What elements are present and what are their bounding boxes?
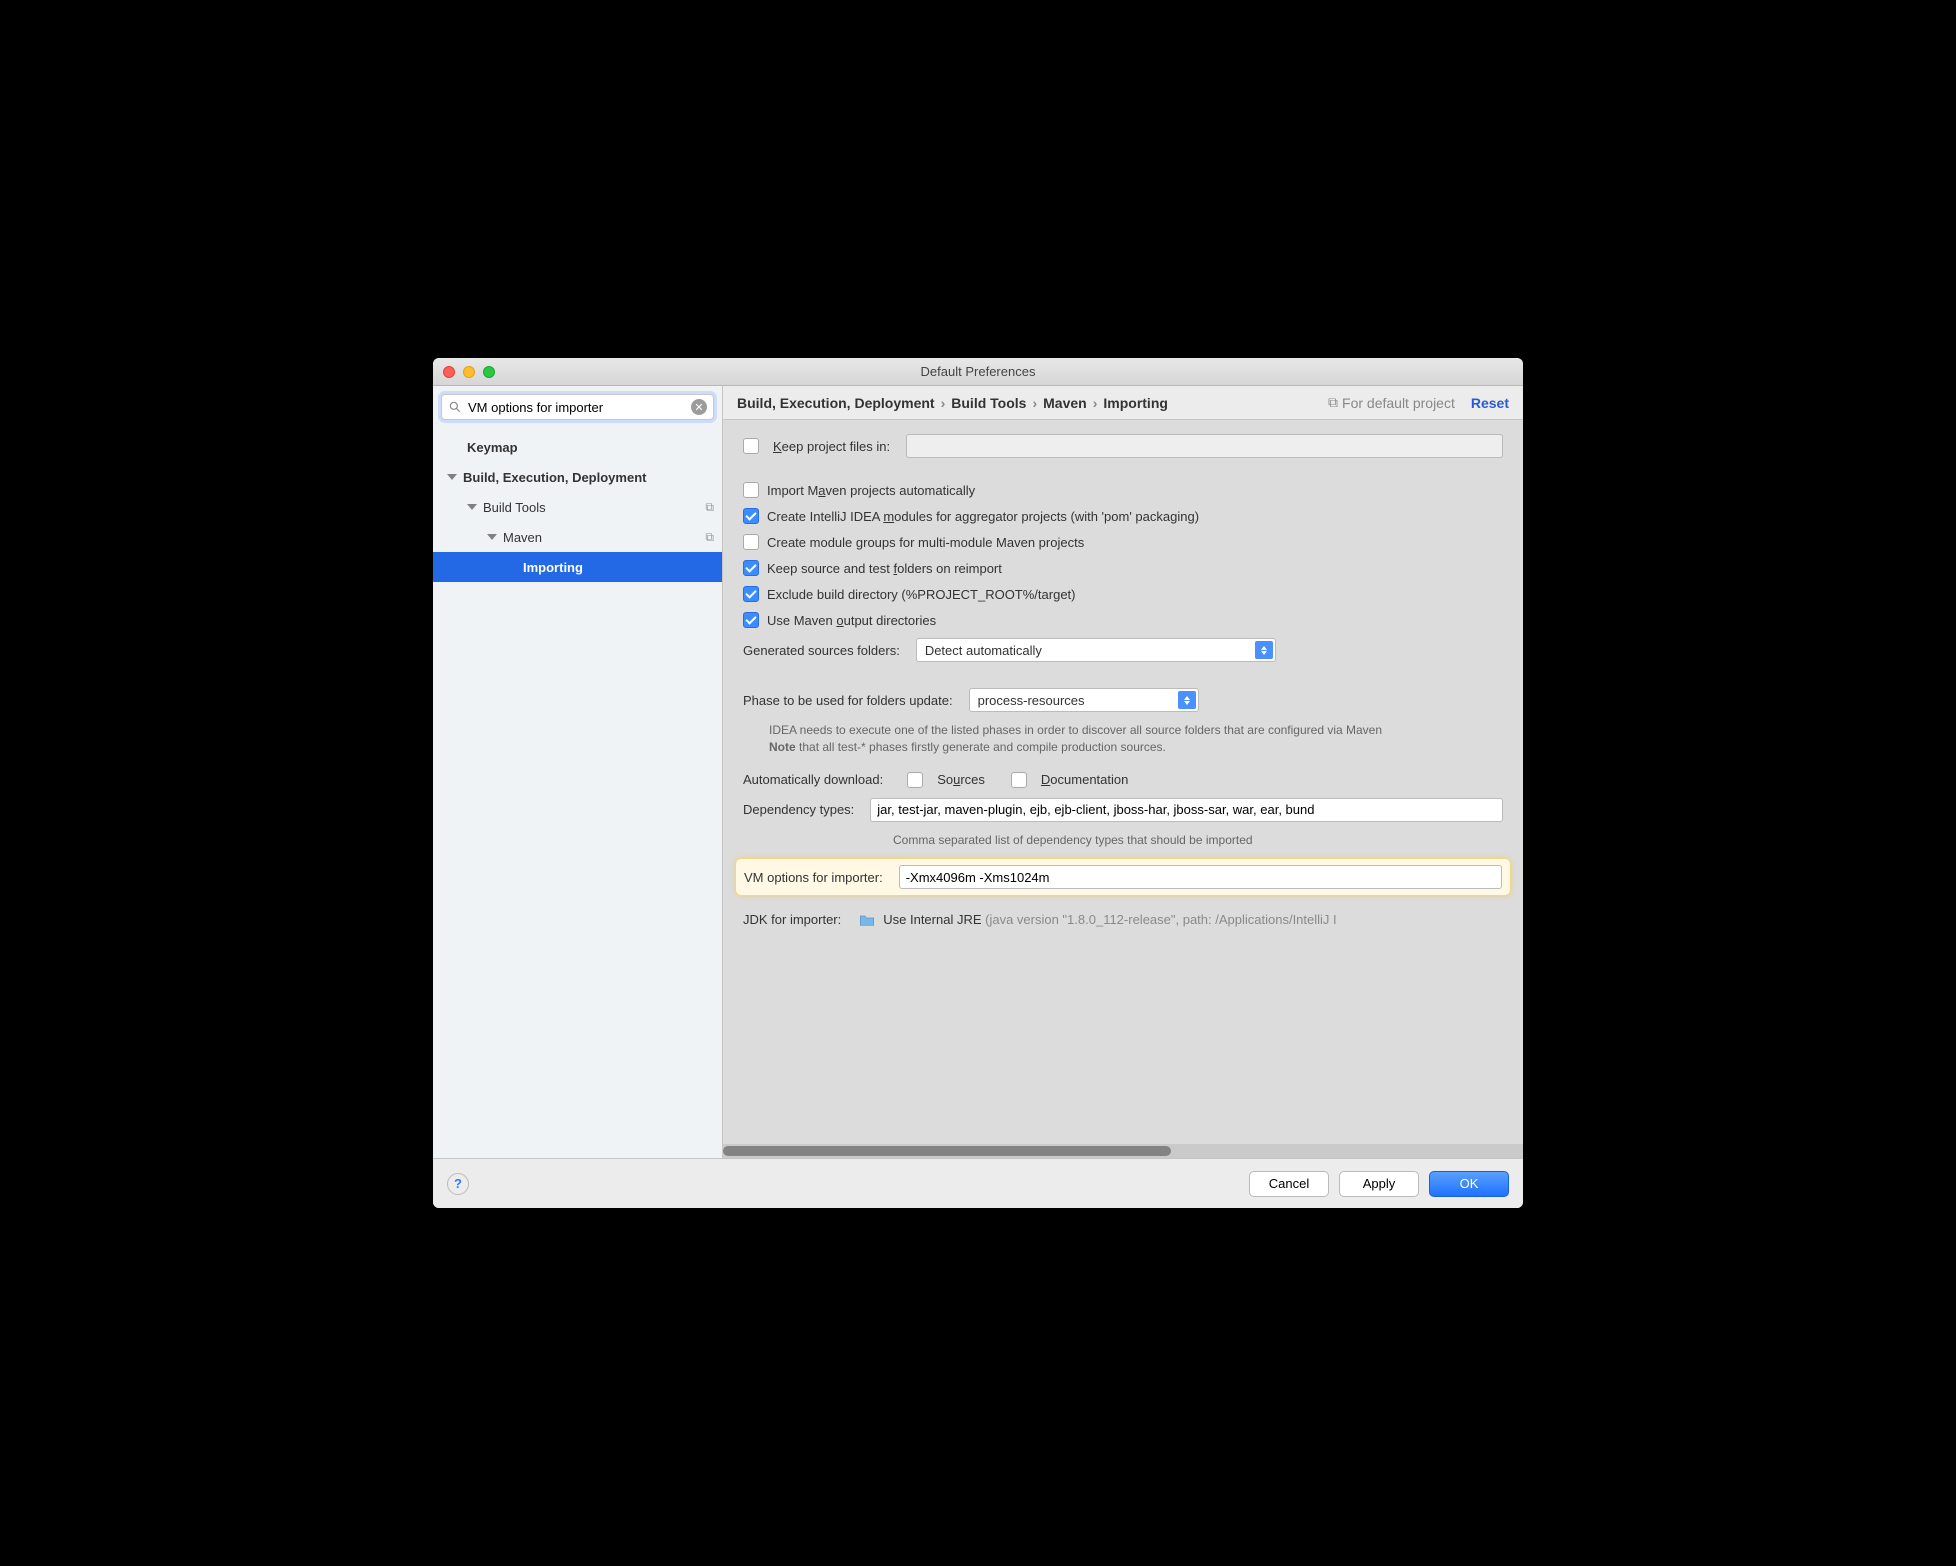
vm-options-row: VM options for importer: (735, 858, 1511, 896)
sidebar-item-build-tools[interactable]: Build Tools ⧉ (433, 492, 722, 522)
sidebar: ✕ Keymap Build, Execution, Deployment Bu… (433, 386, 723, 1158)
crumb-maven[interactable]: Maven (1043, 395, 1087, 411)
sidebar-item-label: Build, Execution, Deployment (463, 470, 646, 485)
copy-icon: ⧉ (1328, 394, 1338, 411)
sidebar-item-label: Importing (523, 560, 583, 575)
auto-download-row: Automatically download: Sources Document… (743, 772, 1503, 788)
ok-button[interactable]: OK (1429, 1171, 1509, 1197)
preferences-window: Default Preferences ✕ Keymap Build, E (433, 358, 1523, 1208)
clear-search-icon[interactable]: ✕ (691, 399, 707, 415)
generated-sources-row: Generated sources folders: Detect automa… (743, 638, 1503, 662)
sidebar-item-keymap[interactable]: Keymap (433, 432, 722, 462)
module-groups-checkbox[interactable] (743, 534, 759, 550)
chevron-down-icon (467, 504, 477, 510)
phase-row: Phase to be used for folders update: pro… (743, 688, 1503, 712)
window-title: Default Preferences (433, 364, 1523, 379)
main-panel: Build, Execution, Deployment › Build Too… (723, 386, 1523, 1158)
aggregator-label: Create IntelliJ IDEA modules for aggrega… (767, 509, 1199, 524)
generated-sources-label: Generated sources folders: (743, 643, 900, 658)
chevron-right-icon: › (1093, 395, 1098, 411)
import-auto-checkbox[interactable] (743, 482, 759, 498)
dependency-types-label: Dependency types: (743, 802, 854, 817)
exclude-build-label: Exclude build directory (%PROJECT_ROOT%/… (767, 587, 1075, 602)
phase-hint: IDEA needs to execute one of the listed … (769, 722, 1503, 756)
aggregator-row: Create IntelliJ IDEA modules for aggrega… (743, 508, 1503, 524)
horizontal-scrollbar[interactable] (723, 1144, 1523, 1158)
copy-icon[interactable]: ⧉ (705, 500, 714, 515)
output-dirs-checkbox[interactable] (743, 612, 759, 628)
auto-download-label: Automatically download: (743, 772, 883, 787)
module-groups-row: Create module groups for multi-module Ma… (743, 534, 1503, 550)
import-auto-label: Import Maven projects automatically (767, 483, 975, 498)
keep-folders-checkbox[interactable] (743, 560, 759, 576)
dependency-types-hint: Comma separated list of dependency types… (893, 832, 1503, 849)
exclude-build-row: Exclude build directory (%PROJECT_ROOT%/… (743, 586, 1503, 602)
breadcrumb: Build, Execution, Deployment › Build Too… (723, 386, 1523, 420)
chevron-right-icon: › (1032, 395, 1037, 411)
search-input-wrap: ✕ (441, 394, 714, 420)
dependency-types-input[interactable] (870, 798, 1503, 822)
keep-folders-row: Keep source and test folders on reimport (743, 560, 1503, 576)
output-dirs-row: Use Maven output directories (743, 612, 1503, 628)
sources-checkbox[interactable] (907, 772, 923, 788)
apply-button[interactable]: Apply (1339, 1171, 1419, 1197)
crumb-importing: Importing (1103, 395, 1168, 411)
sidebar-item-label: Build Tools (483, 500, 546, 515)
sources-label: Sources (937, 772, 985, 787)
vm-options-label: VM options for importer: (744, 870, 883, 885)
dependency-types-row: Dependency types: (743, 798, 1503, 822)
module-groups-label: Create module groups for multi-module Ma… (767, 535, 1084, 550)
keep-project-files-input[interactable] (906, 434, 1503, 458)
folder-icon (859, 913, 875, 927)
close-icon[interactable] (443, 366, 455, 378)
sidebar-item-build-execution-deployment[interactable]: Build, Execution, Deployment (433, 462, 722, 492)
search-icon (448, 400, 462, 414)
phase-label: Phase to be used for folders update: (743, 693, 953, 708)
exclude-build-checkbox[interactable] (743, 586, 759, 602)
sidebar-item-importing[interactable]: Importing (433, 552, 722, 582)
maximize-icon[interactable] (483, 366, 495, 378)
crumb-build[interactable]: Build, Execution, Deployment (737, 395, 935, 411)
copy-icon[interactable]: ⧉ (705, 530, 714, 545)
minimize-icon[interactable] (463, 366, 475, 378)
traffic-lights (443, 366, 495, 378)
keep-project-files-row: Keep project files in: (743, 434, 1503, 458)
cancel-button[interactable]: Cancel (1249, 1171, 1329, 1197)
jdk-value[interactable]: Use Internal JRE (java version "1.8.0_11… (883, 912, 1336, 927)
sidebar-item-maven[interactable]: Maven ⧉ (433, 522, 722, 552)
chevron-up-down-icon (1178, 691, 1196, 709)
jdk-label: JDK for importer: (743, 912, 841, 927)
search-input[interactable] (462, 400, 691, 415)
chevron-down-icon (487, 534, 497, 540)
output-dirs-label: Use Maven output directories (767, 613, 936, 628)
aggregator-checkbox[interactable] (743, 508, 759, 524)
import-auto-row: Import Maven projects automatically (743, 482, 1503, 498)
jdk-row: JDK for importer: Use Internal JRE (java… (743, 906, 1503, 933)
sidebar-item-label: Keymap (467, 440, 518, 455)
documentation-label: Documentation (1041, 772, 1128, 787)
chevron-down-icon (447, 474, 457, 480)
footer: ? Cancel Apply OK (433, 1158, 1523, 1208)
reset-button[interactable]: Reset (1471, 395, 1509, 411)
scrollbar-thumb[interactable] (723, 1146, 1171, 1156)
chevron-right-icon: › (941, 395, 946, 411)
keep-project-files-checkbox[interactable] (743, 438, 759, 454)
for-default-project-label: ⧉ For default project (1328, 394, 1455, 411)
keep-folders-label: Keep source and test folders on reimport (767, 561, 1002, 576)
crumb-build-tools[interactable]: Build Tools (951, 395, 1026, 411)
keep-project-files-label: Keep project files in: (773, 439, 890, 454)
phase-select[interactable]: process-resources (969, 688, 1199, 712)
chevron-up-down-icon (1255, 641, 1273, 659)
generated-sources-select[interactable]: Detect automatically (916, 638, 1276, 662)
documentation-checkbox[interactable] (1011, 772, 1027, 788)
vm-options-input[interactable] (899, 865, 1502, 889)
titlebar: Default Preferences (433, 358, 1523, 386)
settings-tree: Keymap Build, Execution, Deployment Buil… (433, 428, 722, 582)
sidebar-item-label: Maven (503, 530, 542, 545)
help-button[interactable]: ? (447, 1173, 469, 1195)
